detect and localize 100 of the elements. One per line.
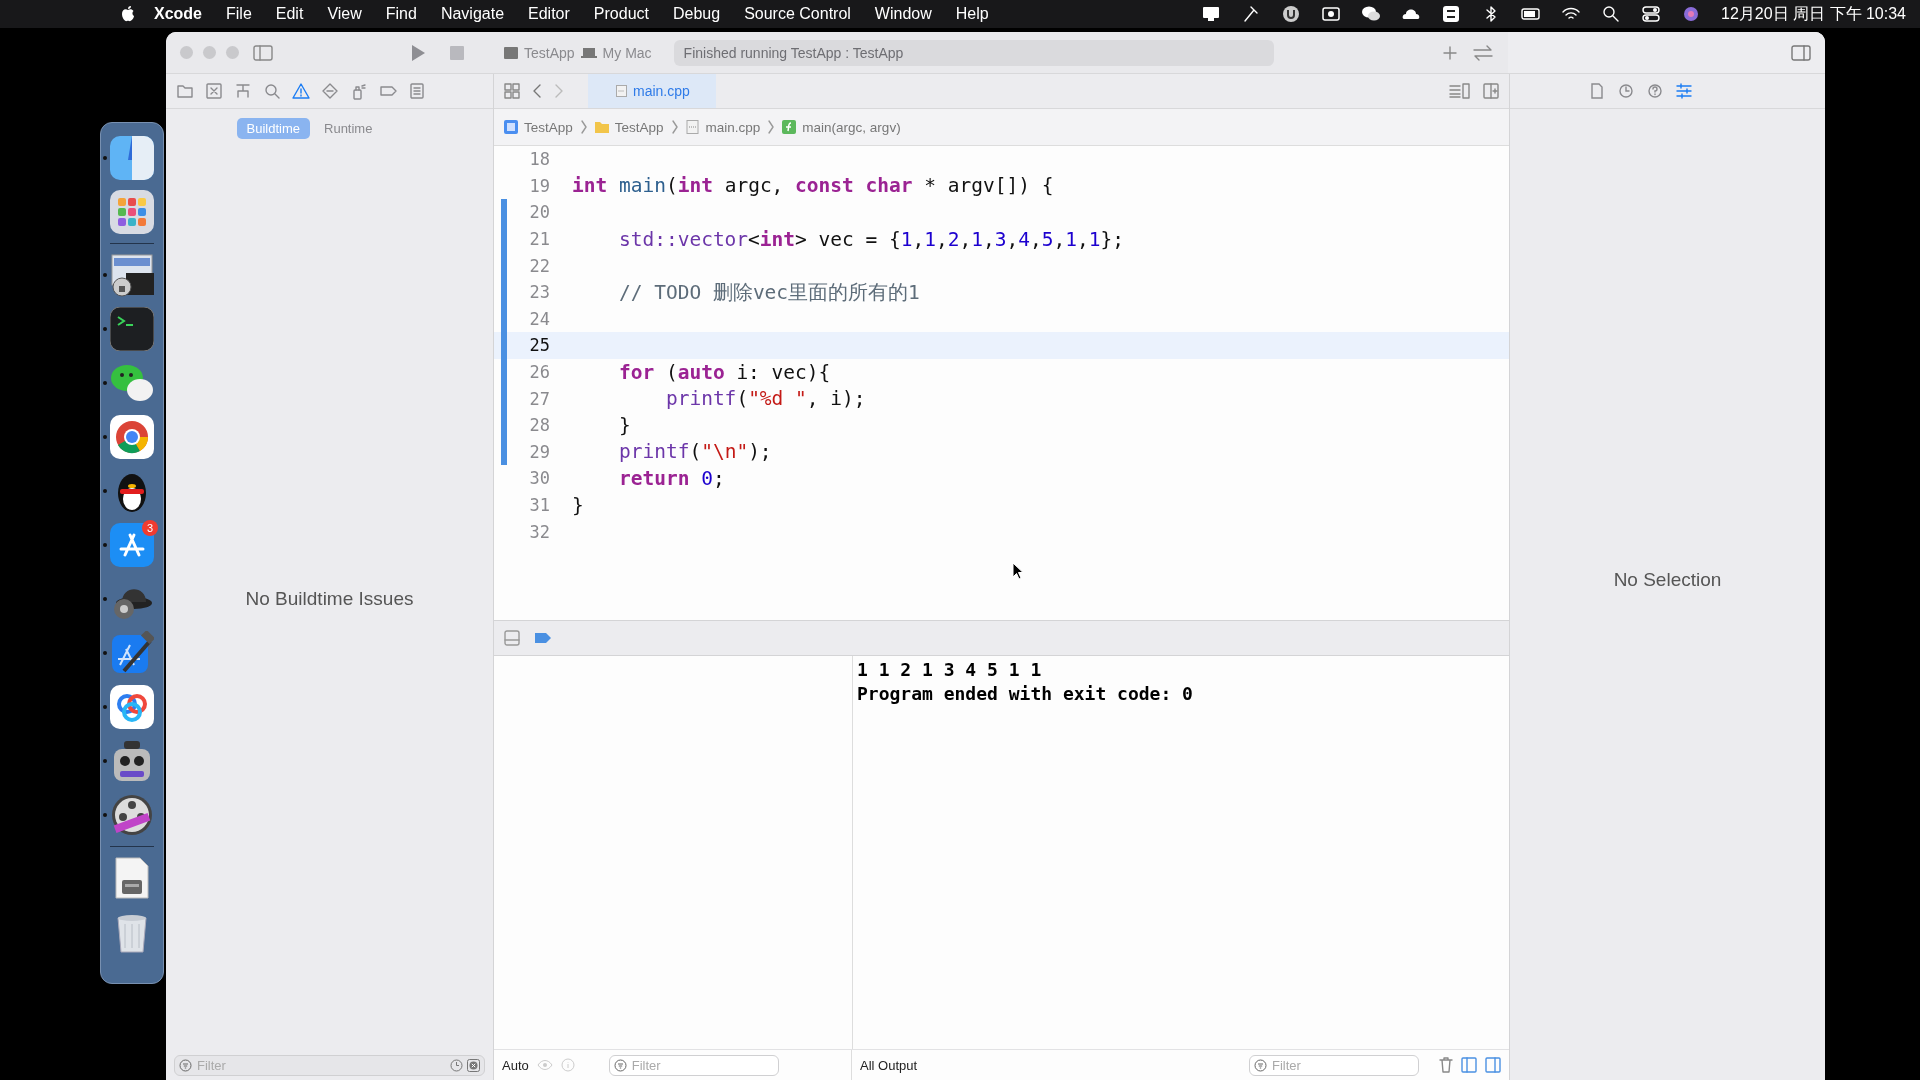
breadcrumb-item[interactable]: TestApp: [594, 119, 664, 135]
filter-field[interactable]: Filter: [1249, 1054, 1419, 1076]
hierarchy-icon[interactable]: [234, 82, 252, 100]
add-icon[interactable]: [1442, 44, 1458, 61]
activity-status: Finished running TestApp : TestApp: [673, 39, 1274, 66]
code-line: return 0;: [617, 466, 725, 490]
filter-icon: [1254, 1058, 1267, 1072]
line-number: 18: [528, 149, 550, 170]
rings-icon[interactable]: [110, 685, 154, 729]
help-icon[interactable]: [1646, 82, 1664, 100]
display-icon[interactable]: [1201, 4, 1222, 24]
menu-item[interactable]: Xcode: [136, 5, 214, 23]
empty-message: No Buildtime Issues: [245, 587, 414, 610]
app-grid-icon[interactable]: [110, 190, 154, 234]
swap-arrows-icon[interactable]: [1472, 44, 1494, 61]
face-split-icon[interactable]: [110, 136, 154, 180]
warning-icon[interactable]: [292, 82, 310, 100]
toggle-icon[interactable]: [1641, 4, 1662, 24]
inspector-toggle-icon[interactable]: [1791, 44, 1811, 61]
file-icon: [685, 120, 700, 134]
file-icon[interactable]: [1588, 82, 1606, 100]
line-number: 32: [528, 521, 550, 542]
code-line: for (auto i: vec){: [617, 360, 831, 384]
menu-item[interactable]: Debug: [661, 5, 733, 23]
breadcrumb-item[interactable]: main.cpp: [685, 119, 761, 135]
code-line: }: [617, 413, 631, 437]
folder-icon: [594, 120, 609, 134]
app-store-icon[interactable]: [110, 523, 154, 567]
menu-item[interactable]: File: [214, 5, 264, 23]
lock-window-icon[interactable]: [110, 253, 154, 297]
code-line: // TODO 删除vec里面的所有的1: [617, 279, 920, 306]
line-number: 28: [528, 415, 550, 436]
function-icon: [782, 120, 797, 134]
lines-icon[interactable]: [1449, 83, 1471, 99]
breakpoint-icon[interactable]: [534, 632, 552, 644]
grid-icon[interactable]: [504, 83, 520, 99]
filter-field[interactable]: Filter: [174, 1054, 485, 1076]
code-line: printf("\n");: [617, 440, 772, 464]
console-output: 1 1 2 1 3 4 5 1 1: [857, 658, 1043, 682]
chevron-icon: [580, 120, 587, 134]
code-line: std::vector<int> vec = {1,1,2,1,3,4,5,1,1};: [617, 227, 1124, 251]
left-panel-icon[interactable]: [1461, 1057, 1477, 1073]
line-number: 29: [528, 441, 550, 462]
clock-icon[interactable]: [450, 1058, 463, 1072]
filter-field[interactable]: Filter: [608, 1054, 779, 1076]
menu-item[interactable]: View: [315, 5, 374, 23]
line-number: 27: [528, 388, 550, 409]
spray-icon[interactable]: [350, 82, 368, 100]
camera-icon[interactable]: [1321, 4, 1342, 24]
trash-icon[interactable]: [1439, 1057, 1453, 1073]
line-number: 26: [528, 362, 550, 383]
clear-icon[interactable]: [467, 1058, 480, 1072]
code-line: int main(int argc, const char * argv[]) {: [572, 174, 1054, 198]
x-square-icon[interactable]: [205, 82, 223, 100]
empty-message: No Selection: [1613, 568, 1722, 591]
notification-badge: 3: [142, 520, 158, 536]
film-reel-icon[interactable]: [110, 793, 154, 837]
sliders-icon[interactable]: [1675, 82, 1693, 100]
back-icon[interactable]: [532, 84, 542, 98]
diamond-icon[interactable]: [321, 82, 339, 100]
apple-icon[interactable]: [120, 5, 136, 23]
right-panel-icon[interactable]: [1485, 1057, 1501, 1073]
menu-item[interactable]: Editor: [516, 5, 582, 23]
clock-text[interactable]: 12月20日 周日 下午 10:34: [1721, 3, 1906, 25]
filter-icon: [613, 1058, 627, 1072]
project-icon: [504, 120, 518, 134]
line-number: 22: [528, 255, 550, 276]
menu-item[interactable]: Navigate: [428, 5, 517, 23]
variables-scope-popup[interactable]: Auto: [502, 1057, 529, 1073]
menu-item[interactable]: Product: [581, 5, 661, 23]
chevron-icon: [671, 120, 678, 134]
line-number: 20: [528, 202, 550, 223]
menu-item[interactable]: Help: [943, 5, 1001, 23]
sidebar-toggle-icon[interactable]: [253, 44, 273, 61]
line-number: 30: [528, 468, 550, 489]
clock-icon[interactable]: [1617, 82, 1635, 100]
list-icon[interactable]: [408, 82, 426, 100]
pointer-icon: [1012, 562, 1024, 580]
panel-toggle-icon[interactable]: [504, 630, 520, 646]
line-number: 25: [528, 335, 550, 356]
breadcrumb-item[interactable]: main(argc, argv): [782, 119, 901, 135]
chevron-icon: [768, 120, 775, 134]
run-icon[interactable]: [410, 43, 426, 62]
menu-item[interactable]: Source Control: [732, 5, 863, 23]
breadcrumb-item[interactable]: TestApp: [504, 119, 573, 135]
menu-item[interactable]: Window: [862, 5, 944, 23]
wheel-icon[interactable]: [110, 415, 154, 459]
line-number: 19: [528, 175, 550, 196]
menu-item[interactable]: Edit: [263, 5, 316, 23]
file-icon: [616, 85, 627, 97]
output-popup[interactable]: All Output: [860, 1057, 918, 1073]
window-icon: [504, 46, 518, 59]
menu-item[interactable]: Find: [373, 5, 429, 23]
terminal-icon[interactable]: [110, 307, 154, 351]
line-number: 24: [528, 308, 550, 329]
split-editor-icon[interactable]: [1483, 83, 1499, 99]
folder-icon[interactable]: [176, 82, 194, 100]
hammer-blueprint-icon[interactable]: [110, 631, 154, 675]
line-number: 21: [528, 229, 550, 250]
tab-label: main.cpp: [633, 83, 690, 99]
